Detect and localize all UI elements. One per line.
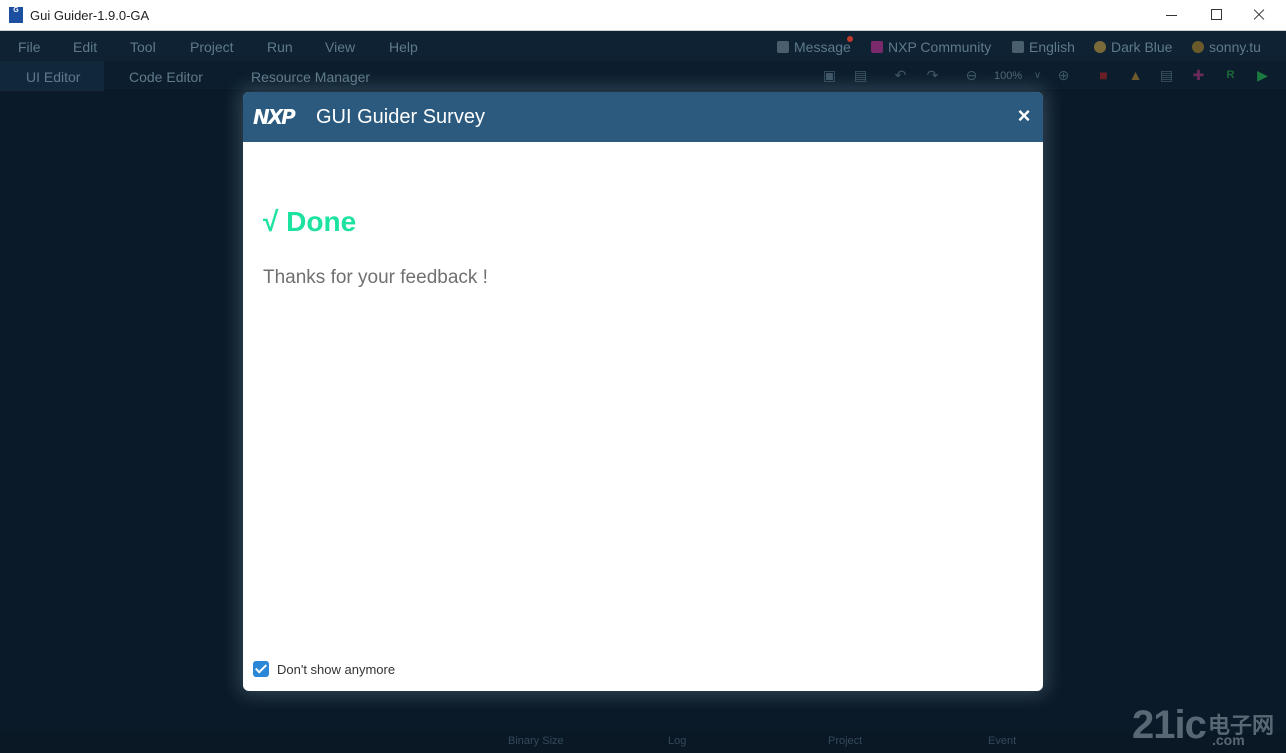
chevron-down-icon[interactable]: ∨ bbox=[1030, 68, 1045, 83]
user-button[interactable]: sonny.tu bbox=[1192, 39, 1261, 55]
clean-icon[interactable]: ▲ bbox=[1128, 68, 1143, 83]
dont-show-label[interactable]: Don't show anymore bbox=[277, 662, 395, 677]
survey-dialog: NXP GUI Guider Survey × √ Done Thanks fo… bbox=[243, 92, 1043, 691]
status-log[interactable]: Log bbox=[668, 735, 686, 747]
minimize-button[interactable] bbox=[1152, 4, 1192, 26]
window-title: Gui Guider-1.9.0-GA bbox=[30, 8, 150, 23]
tab-ui-editor[interactable]: UI Editor bbox=[0, 61, 104, 91]
menu-help[interactable]: Help bbox=[389, 39, 418, 55]
tab-label: UI Editor bbox=[26, 69, 81, 85]
copy-icon[interactable]: ▣ bbox=[822, 68, 837, 83]
tab-code-editor[interactable]: Code Editor bbox=[112, 61, 203, 91]
watermark-logo: 21ic bbox=[1132, 703, 1207, 747]
zoom-out-icon[interactable]: ⊖ bbox=[964, 68, 979, 83]
run-icon[interactable]: ▶ bbox=[1255, 68, 1270, 83]
community-label: NXP Community bbox=[888, 39, 992, 55]
message-label: Message bbox=[794, 39, 851, 55]
status-binary-size[interactable]: Binary Size bbox=[508, 735, 564, 747]
speaker-icon bbox=[777, 41, 789, 53]
nxp-logo: NXP bbox=[253, 105, 296, 129]
maximize-button[interactable] bbox=[1196, 4, 1236, 26]
dialog-close-button[interactable]: × bbox=[1013, 104, 1035, 128]
window-titlebar: G Gui Guider-1.9.0-GA bbox=[0, 0, 1286, 31]
zoom-in-icon[interactable]: ⊕ bbox=[1056, 68, 1071, 83]
wrench-icon[interactable]: ✚ bbox=[1191, 68, 1206, 83]
watermark-domain: .com bbox=[1212, 732, 1245, 748]
dialog-header: NXP GUI Guider Survey × bbox=[243, 92, 1043, 142]
done-heading: √ Done bbox=[263, 206, 357, 237]
menu-tool[interactable]: Tool bbox=[130, 39, 156, 55]
user-label: sonny.tu bbox=[1209, 39, 1261, 55]
menu-project[interactable]: Project bbox=[190, 39, 234, 55]
thanks-message: Thanks for your feedback ! bbox=[263, 267, 488, 288]
language-button[interactable]: English bbox=[1012, 39, 1075, 55]
status-bar bbox=[0, 732, 1286, 753]
window-close-button[interactable] bbox=[1240, 4, 1280, 26]
r-icon[interactable]: R bbox=[1223, 68, 1238, 83]
theme-label: Dark Blue bbox=[1111, 39, 1173, 55]
theme-button[interactable]: Dark Blue bbox=[1094, 39, 1172, 55]
language-label: English bbox=[1029, 39, 1075, 55]
chat-icon bbox=[871, 41, 883, 53]
dialog-title: GUI Guider Survey bbox=[316, 106, 485, 128]
user-icon bbox=[1192, 41, 1204, 53]
language-icon bbox=[1012, 41, 1024, 53]
zoom-level[interactable]: 100% bbox=[994, 70, 1022, 82]
code-icon[interactable]: ▤ bbox=[1159, 68, 1174, 83]
paste-icon[interactable]: ▤ bbox=[853, 68, 868, 83]
status-event[interactable]: Event bbox=[988, 735, 1016, 747]
community-button[interactable]: NXP Community bbox=[871, 39, 991, 55]
menu-run[interactable]: Run bbox=[267, 39, 293, 55]
menu-file[interactable]: File bbox=[18, 39, 41, 55]
undo-icon[interactable]: ↶ bbox=[893, 68, 908, 83]
menu-edit[interactable]: Edit bbox=[73, 39, 97, 55]
notification-dot bbox=[847, 36, 853, 42]
palette-icon bbox=[1094, 41, 1106, 53]
tab-label: Resource Manager bbox=[251, 69, 371, 85]
stop-icon[interactable]: ■ bbox=[1096, 68, 1111, 83]
message-button[interactable]: Message bbox=[777, 39, 851, 55]
redo-icon[interactable]: ↷ bbox=[925, 68, 940, 83]
tab-resource-manager[interactable]: Resource Manager bbox=[236, 61, 370, 91]
tab-label: Code Editor bbox=[129, 69, 203, 85]
dont-show-checkbox[interactable] bbox=[253, 661, 269, 677]
menu-view[interactable]: View bbox=[325, 39, 355, 55]
status-project[interactable]: Project bbox=[828, 735, 862, 747]
app-icon: G bbox=[9, 7, 23, 23]
